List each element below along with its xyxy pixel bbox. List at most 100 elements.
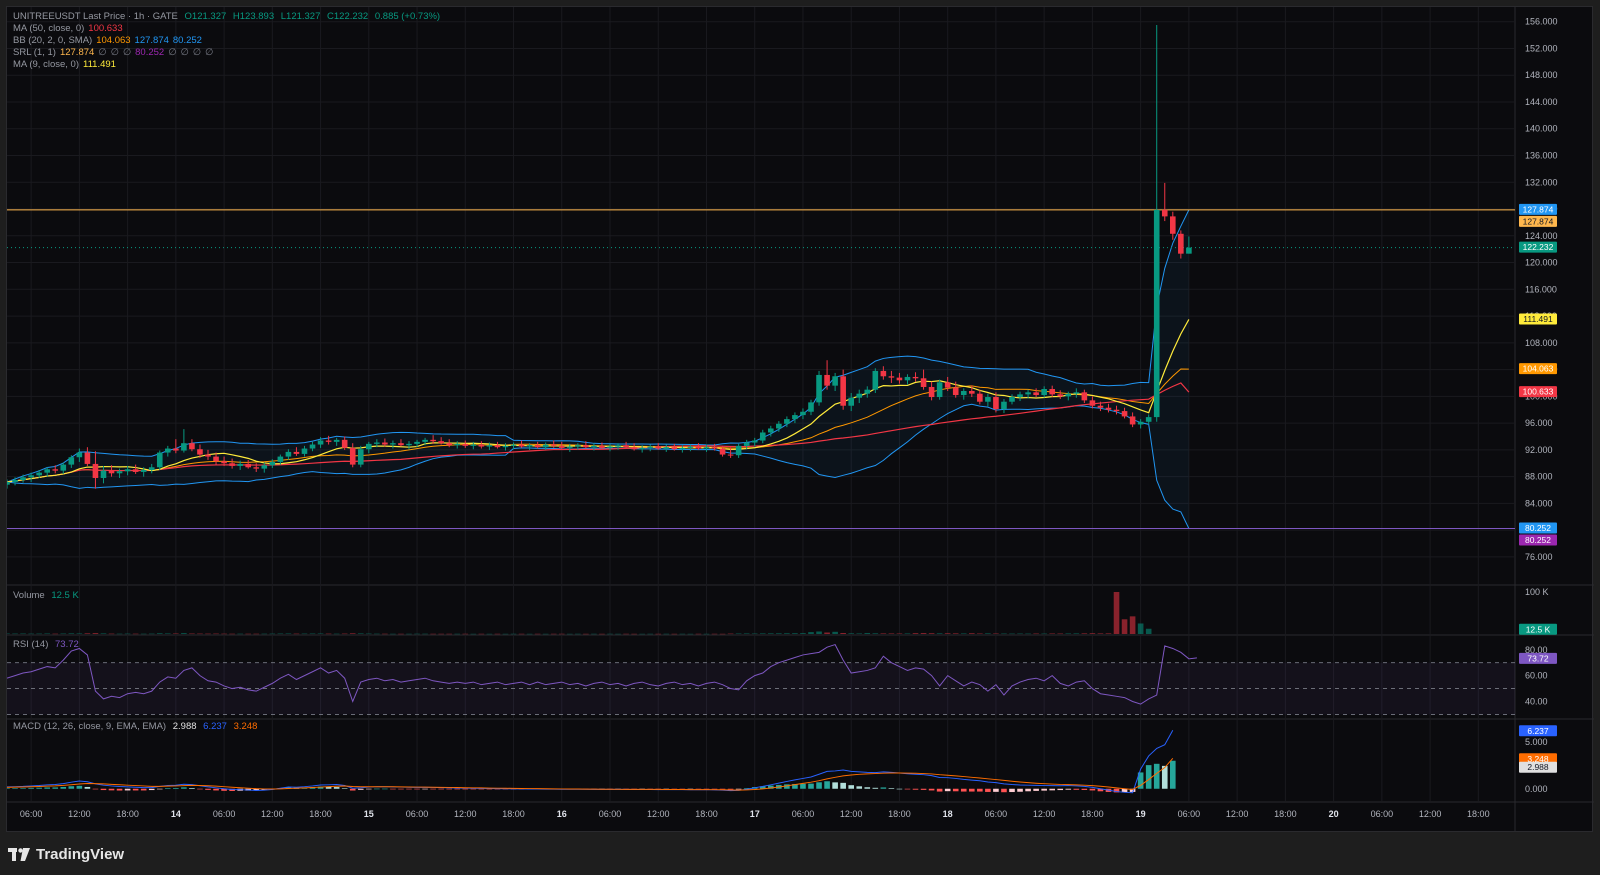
footer: TradingView xyxy=(0,832,1600,875)
volume-bar xyxy=(374,633,380,635)
candle-body xyxy=(148,467,155,470)
macd-histogram-bar xyxy=(189,788,195,789)
price-tick-label: 120.000 xyxy=(1525,258,1558,268)
candle-body xyxy=(68,457,75,465)
time-tick-label: 18:00 xyxy=(116,809,139,819)
macd-tick-label: 5.000 xyxy=(1525,737,1548,747)
candle-body xyxy=(655,446,662,449)
macd-histogram-bar xyxy=(341,788,348,789)
time-tick-label: 12:00 xyxy=(261,809,284,819)
volume-bar xyxy=(928,633,935,634)
macd-histogram-bar xyxy=(1025,788,1031,792)
macd-histogram-bar xyxy=(7,788,10,789)
candle-body xyxy=(84,452,91,464)
volume-bar xyxy=(92,633,99,634)
price-tick-label: 108.000 xyxy=(1525,338,1558,348)
macd-histogram-bar xyxy=(800,783,806,789)
macd-histogram-bar xyxy=(20,788,26,789)
time-tick-label: 06:00 xyxy=(599,809,622,819)
candle-body xyxy=(534,445,541,448)
candle-body xyxy=(550,444,557,446)
price-tick-label: 132.000 xyxy=(1525,177,1558,187)
volume-bar xyxy=(293,633,300,635)
candle-body xyxy=(1153,209,1160,418)
legend-indicator-row[interactable]: MA (9, close, 0) 111.491 xyxy=(13,59,444,71)
volume-value: 12.5 K xyxy=(51,590,79,601)
time-tick-label: 18:00 xyxy=(1467,809,1490,819)
macd-histogram-bar xyxy=(1017,788,1023,792)
macd-histogram-bar xyxy=(1073,788,1080,790)
candle-body xyxy=(277,456,284,462)
legend-symbol[interactable]: UNITREEUSDT Last Price · 1h · GATE xyxy=(13,11,178,22)
candle-body xyxy=(518,444,525,447)
macd-histogram-bar xyxy=(140,788,147,791)
volume-bar xyxy=(12,633,18,635)
volume-current-text: 12.5 K xyxy=(1526,624,1551,634)
macd-histogram-bar xyxy=(398,788,404,790)
price-label-text: 127.874 xyxy=(1523,216,1554,226)
candle-body xyxy=(1113,409,1120,412)
volume-bar xyxy=(784,633,790,634)
candle-body xyxy=(896,377,903,381)
volume-bar xyxy=(1129,616,1136,634)
rsi-legend[interactable]: RSI (14) 73.72 xyxy=(13,639,83,650)
volume-bar xyxy=(719,633,726,635)
macd-legend[interactable]: MACD (12, 26, close, 9, EMA, EMA) 2.988 … xyxy=(13,721,261,732)
legend-indicator-row[interactable]: BB (20, 2, 0, SMA) 104.063 127.874 80.252 xyxy=(13,35,444,47)
volume-bar xyxy=(735,633,742,634)
candle-body xyxy=(454,443,461,446)
macd-signal-line xyxy=(7,757,1174,791)
candle-body xyxy=(301,448,308,454)
candle-body xyxy=(1041,388,1047,396)
time-tick-label: 06:00 xyxy=(213,809,236,819)
legend-indicator-value: ∅ xyxy=(180,47,189,58)
candle-body xyxy=(374,442,380,444)
volume-legend[interactable]: Volume 12.5 K xyxy=(13,590,83,601)
macd-histogram-bar xyxy=(1081,788,1088,790)
volume-bar xyxy=(156,633,163,634)
candle-body xyxy=(189,443,195,450)
candle-body xyxy=(904,376,911,381)
candle-body xyxy=(430,439,436,442)
volume-bar xyxy=(1017,633,1023,635)
volume-bar xyxy=(317,633,324,634)
macd-histogram-bar xyxy=(727,788,734,790)
candle-body xyxy=(60,464,67,471)
legend-indicator-row[interactable]: SRL (1, 1) 127.874 ∅ ∅ ∅ 80.252 ∅ ∅ ∅ ∅ xyxy=(13,47,444,59)
tradingview-logo[interactable]: TradingView xyxy=(8,846,124,863)
volume-bar xyxy=(558,633,565,635)
macd-histogram-bar xyxy=(205,788,211,790)
macd-histogram-bar xyxy=(357,788,364,790)
legend-indicator-label: MA (50, close, 0) xyxy=(13,23,85,34)
volume-bar xyxy=(213,633,219,635)
tradingview-logo-icon xyxy=(8,847,30,861)
macd-histogram-bar xyxy=(366,788,372,790)
volume-bar xyxy=(872,633,879,634)
volume-bar xyxy=(382,633,388,635)
volume-bar xyxy=(253,633,260,635)
candle-body xyxy=(382,442,388,445)
candle-body xyxy=(213,456,219,462)
macd-histogram-bar xyxy=(213,788,219,791)
time-tick-label: 06:00 xyxy=(20,809,43,819)
volume-bar xyxy=(454,633,461,635)
time-tick-label: 06:00 xyxy=(985,809,1008,819)
macd-histogram-bar xyxy=(928,788,935,791)
candle-body xyxy=(751,440,758,443)
macd-histogram-bar xyxy=(108,788,115,791)
legend-indicator-row[interactable]: MA (50, close, 0) 100.633 xyxy=(13,23,444,35)
legend-indicator-value: 127.874 xyxy=(134,35,169,46)
candle-body xyxy=(719,448,726,455)
chart-canvas[interactable]: 156.000152.000148.000144.000140.000136.0… xyxy=(7,7,1594,833)
candle-body xyxy=(357,449,364,465)
macd-histogram-bar xyxy=(848,785,854,789)
chart-frame[interactable]: 156.000 152.000 148.000 144.000 140.000 136.0… xyxy=(6,6,1594,833)
volume-bar xyxy=(285,633,292,634)
volume-bar xyxy=(575,633,581,635)
volume-bar xyxy=(671,633,678,635)
volume-bar xyxy=(896,633,903,634)
candle-body xyxy=(124,469,131,472)
candle-body xyxy=(1057,394,1064,397)
tradingview-brand: TradingView xyxy=(36,846,125,863)
candle-body xyxy=(398,443,404,446)
